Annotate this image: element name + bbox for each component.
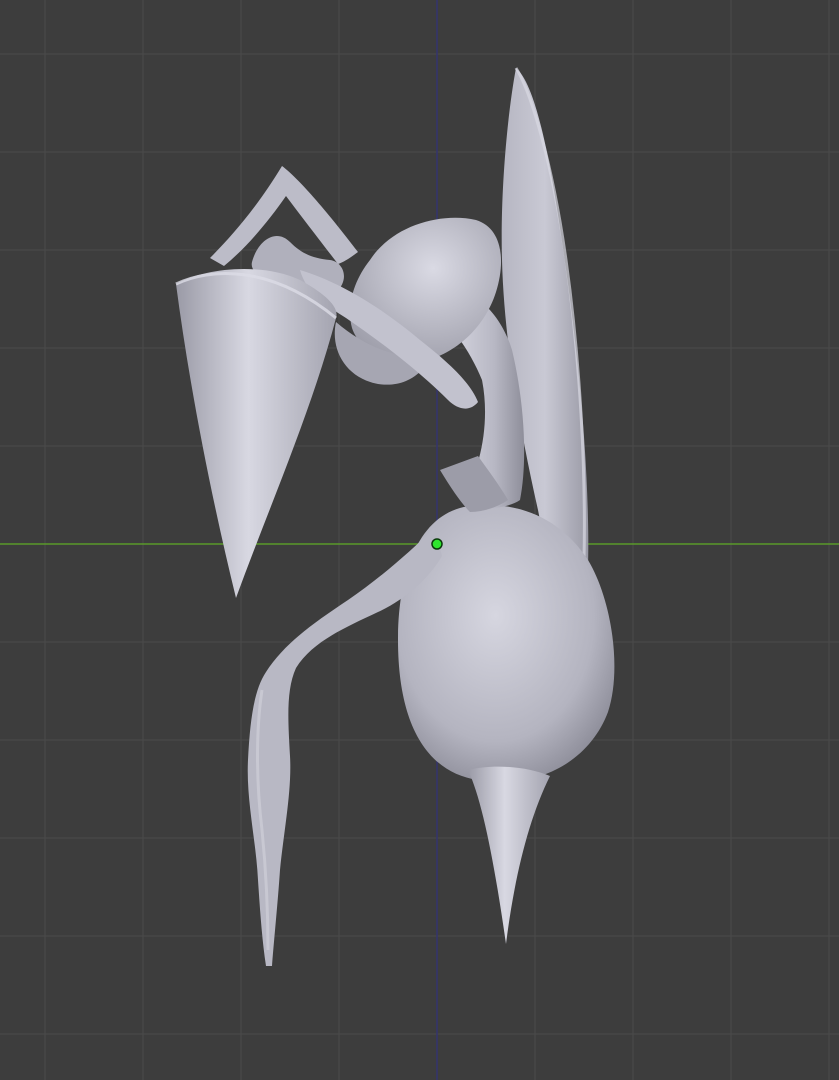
mesh-object[interactable] — [175, 67, 615, 966]
mesh-claw-cone — [176, 268, 337, 598]
mesh-tail-spike — [468, 766, 550, 944]
viewport-grid — [0, 0, 839, 1080]
object-origin-dot[interactable] — [431, 538, 443, 550]
3d-viewport[interactable] — [0, 0, 839, 1080]
viewport-canvas[interactable] — [0, 0, 839, 1080]
